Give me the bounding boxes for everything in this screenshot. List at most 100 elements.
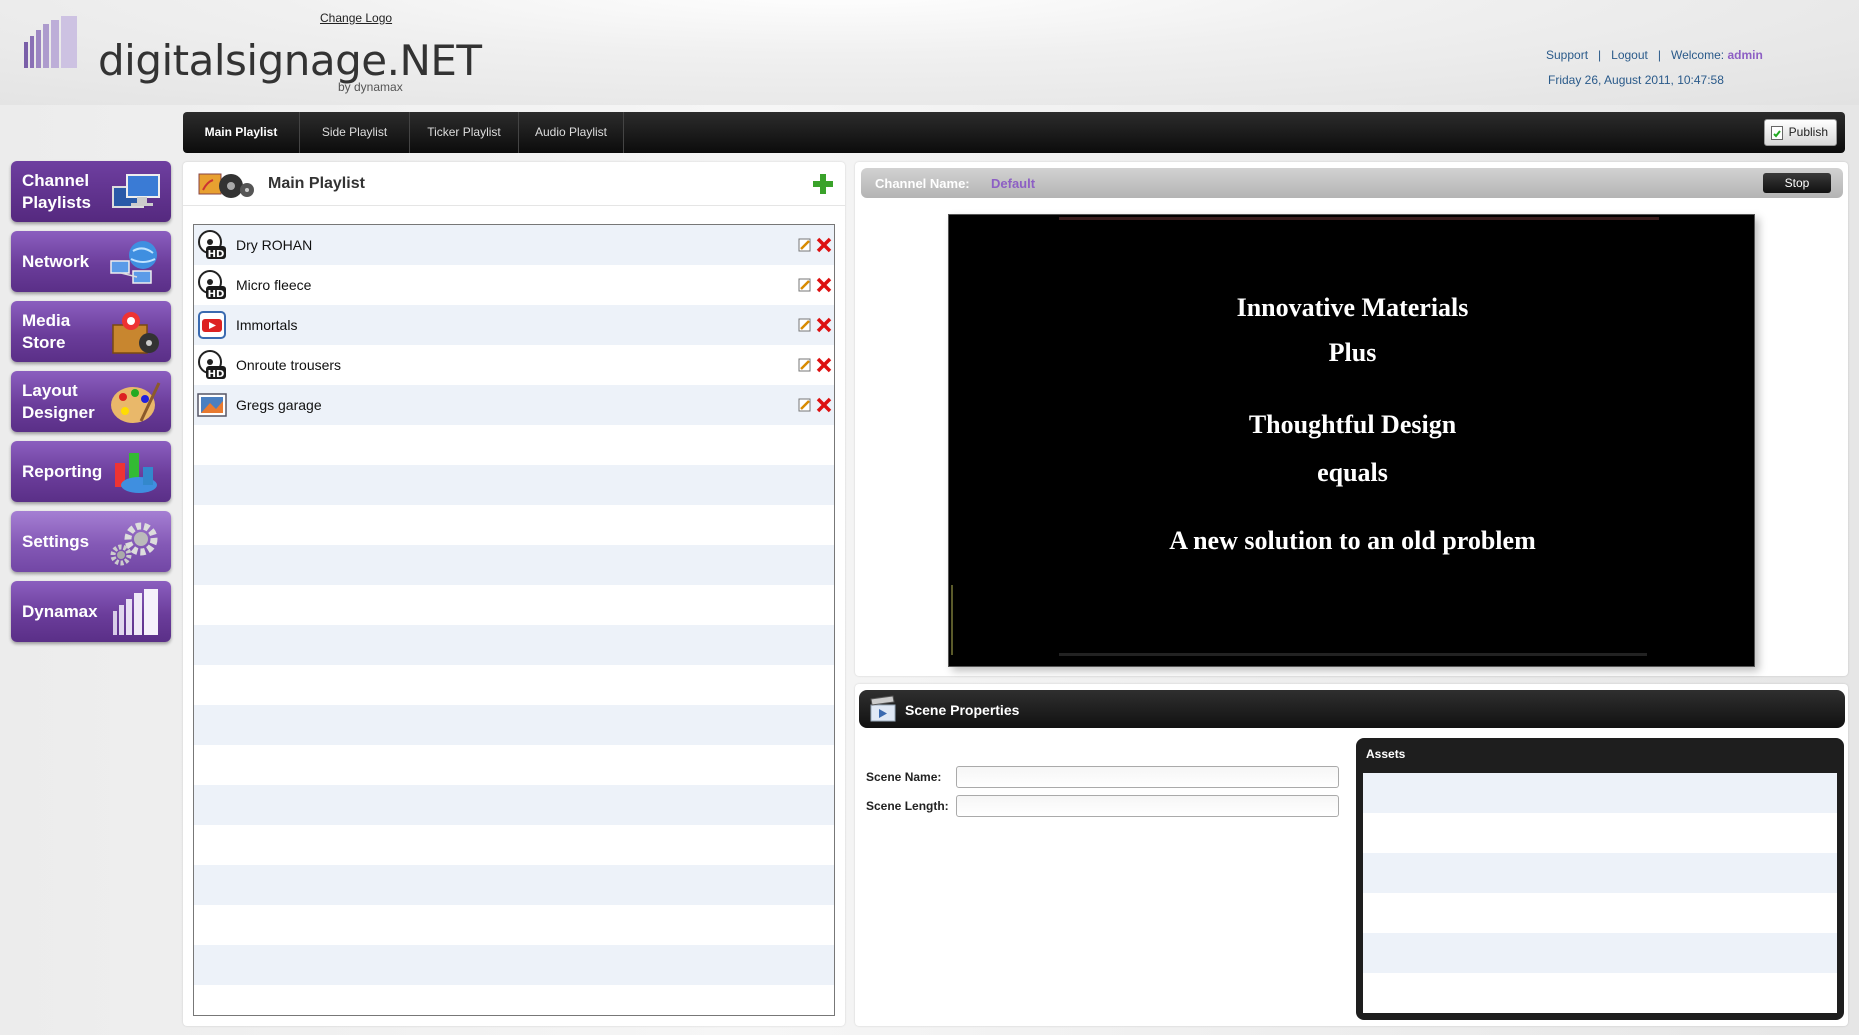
empty-row	[194, 825, 834, 865]
tab-ticker-playlist[interactable]: Ticker Playlist	[410, 112, 519, 153]
channel-name-value: Default	[991, 176, 1036, 191]
playlist-list: HD Dry ROHAN HD Micro fleece Immortals H…	[193, 224, 835, 1016]
logo-subtext: by dynamax	[338, 80, 403, 94]
assets-list	[1363, 773, 1837, 1013]
empty-row	[194, 625, 834, 665]
delete-icon[interactable]	[816, 397, 832, 413]
publish-icon	[1770, 126, 1783, 140]
logout-link[interactable]: Logout	[1611, 48, 1648, 62]
delete-icon[interactable]	[816, 317, 832, 333]
edit-icon[interactable]	[798, 318, 812, 332]
empty-row	[194, 465, 834, 505]
empty-row	[194, 505, 834, 545]
empty-row	[194, 905, 834, 945]
empty-row	[194, 985, 834, 1015]
nav-label: Media Store	[22, 310, 71, 352]
slide-text-line: A new solution to an old problem	[1169, 526, 1536, 555]
nav-channel-playlists[interactable]: Channel Playlists	[11, 161, 171, 222]
scene-name-label: Scene Name:	[866, 770, 942, 784]
palette-icon	[111, 382, 161, 423]
empty-row	[194, 545, 834, 585]
slide-text-line: Plus	[1328, 338, 1377, 367]
nav-label: Reporting	[22, 461, 103, 481]
scene-name-input[interactable]	[956, 766, 1339, 788]
add-icon[interactable]	[811, 172, 835, 196]
playlist-row[interactable]: HD Dry ROHAN	[194, 225, 834, 265]
app-header: Change Logo digitalsignage.NET by dynama…	[0, 0, 1859, 105]
nav-settings[interactable]: Settings	[11, 511, 171, 572]
empty-row	[194, 585, 834, 625]
app-logo: digitalsignage.NET by dynamax	[24, 16, 482, 96]
playlist-tab-bar: Main Playlist Side Playlist Ticker Playl…	[183, 112, 1845, 153]
slide-text-line: equals	[1317, 458, 1388, 487]
edit-icon[interactable]	[798, 238, 812, 252]
playlist-row[interactable]: Gregs garage	[194, 385, 834, 425]
preview-panel: Channel Name: Default Stop Innovative Ma…	[855, 162, 1848, 676]
edit-icon[interactable]	[798, 398, 812, 412]
edit-icon[interactable]	[798, 278, 812, 292]
nav-reporting[interactable]: Reporting	[11, 441, 171, 502]
delete-icon[interactable]	[816, 237, 832, 253]
support-link[interactable]: Support	[1546, 48, 1588, 62]
hd-video-icon: HD	[198, 350, 226, 380]
playlist-header: Main Playlist	[183, 162, 845, 206]
asset-row	[1363, 773, 1837, 813]
scene-length-input[interactable]	[956, 795, 1339, 817]
playlist-row[interactable]: HD Micro fleece	[194, 265, 834, 305]
nav-label: Dynamax	[22, 601, 98, 621]
delete-icon[interactable]	[816, 357, 832, 373]
welcome-user: admin	[1727, 48, 1763, 62]
clapperboard-icon	[870, 695, 896, 722]
playlist-title: Main Playlist	[268, 175, 365, 192]
nav-label: Network	[22, 251, 90, 271]
stop-button[interactable]: Stop	[1763, 173, 1831, 193]
assets-box: Assets	[1356, 738, 1844, 1020]
edit-icon[interactable]	[798, 358, 812, 372]
current-datetime: Friday 26, August 2011, 10:47:58	[1548, 73, 1724, 87]
scene-properties-title: Scene Properties	[905, 702, 1020, 718]
publish-button[interactable]: Publish	[1763, 119, 1837, 146]
nav-label: Settings	[22, 531, 90, 551]
hd-video-icon: HD	[198, 230, 226, 260]
playlist-item-name: Dry ROHAN	[236, 237, 313, 253]
asset-row	[1363, 933, 1837, 973]
slide-text-line: Thoughtful Design	[1248, 410, 1457, 439]
playlist-row[interactable]: HD Onroute trousers	[194, 345, 834, 385]
empty-row	[194, 745, 834, 785]
monitors-icon	[112, 174, 160, 208]
playlist-row[interactable]: Immortals	[194, 305, 834, 345]
separator: |	[1598, 48, 1602, 62]
dynamax-logo-icon	[113, 589, 158, 635]
empty-row	[194, 425, 834, 465]
nav-media-store[interactable]: Media Store	[11, 301, 171, 362]
empty-row	[194, 945, 834, 985]
nav-dynamax[interactable]: Dynamax	[11, 581, 171, 642]
tab-main-playlist[interactable]: Main Playlist	[183, 112, 300, 153]
welcome-label: Welcome:	[1670, 48, 1725, 62]
media-box-icon	[112, 312, 159, 354]
youtube-icon	[198, 311, 226, 339]
playlist-panel: Main Playlist HD Dry ROHAN HD Micro flee…	[183, 162, 845, 1026]
tab-audio-playlist[interactable]: Audio Playlist	[519, 112, 624, 153]
top-links: Support | Logout | Welcome: admin	[1546, 48, 1763, 62]
nav-network[interactable]: Network	[11, 231, 171, 292]
svg-text:HD: HD	[208, 249, 225, 260]
scene-properties-panel: Scene Properties Scene Name: Scene Lengt…	[855, 684, 1848, 1026]
preview-screen: Innovative Materials Plus Thoughtful Des…	[948, 214, 1755, 667]
publish-label: Publish	[1788, 125, 1828, 139]
asset-row	[1363, 853, 1837, 893]
asset-row	[1363, 973, 1837, 1013]
media-playlist-icon	[198, 173, 254, 198]
nav-label: Layout Designer	[22, 380, 95, 422]
delete-icon[interactable]	[816, 277, 832, 293]
playlist-item-name: Onroute trousers	[236, 357, 342, 373]
screen-line	[951, 585, 953, 655]
assets-title: Assets	[1366, 747, 1406, 761]
scene-length-label: Scene Length:	[866, 799, 949, 813]
playlist-item-name: Gregs garage	[236, 397, 322, 413]
empty-row	[194, 865, 834, 905]
nav-layout-designer[interactable]: Layout Designer	[11, 371, 171, 432]
tab-side-playlist[interactable]: Side Playlist	[300, 112, 410, 153]
empty-row	[194, 705, 834, 745]
screen-line	[1059, 217, 1659, 220]
